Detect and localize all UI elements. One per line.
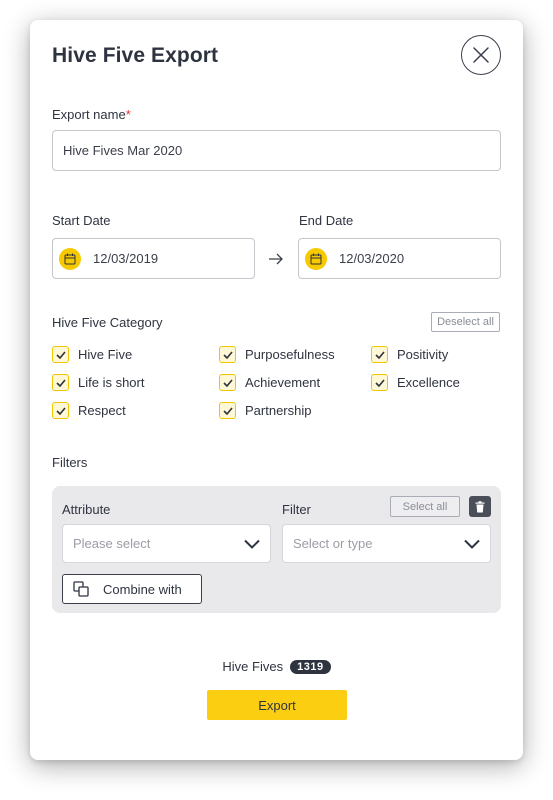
filters-label: Filters: [52, 455, 88, 470]
deselect-all-button[interactable]: Deselect all: [431, 312, 500, 332]
arrow-right-icon: [268, 251, 284, 272]
modal-title: Hive Five Export: [52, 44, 219, 67]
hive-fives-count-row: Hive Fives 1319: [30, 659, 523, 674]
start-date-input[interactable]: 12/03/2019: [52, 238, 255, 279]
attribute-placeholder: Please select: [73, 536, 151, 551]
category-label-text: Respect: [78, 403, 126, 418]
category-checkbox[interactable]: Achievement: [219, 374, 320, 391]
category-label-text: Purposefulness: [245, 347, 335, 362]
category-label-text: Hive Five: [78, 347, 133, 362]
start-date-value: 12/03/2019: [93, 251, 159, 266]
checkbox-checked-icon: [219, 374, 236, 391]
category-label: Hive Five Category: [52, 315, 163, 330]
end-date-input[interactable]: 12/03/2020: [298, 238, 501, 279]
end-date-label: End Date: [299, 213, 354, 228]
attribute-select[interactable]: Please select: [62, 524, 271, 563]
checkbox-checked-icon: [371, 346, 388, 363]
trash-icon: [475, 500, 485, 513]
category-checkbox[interactable]: Partnership: [219, 402, 311, 419]
start-date-label: Start Date: [52, 213, 111, 228]
export-modal: Hive Five Export Export name* Hive Fives…: [30, 20, 523, 760]
checkbox-checked-icon: [219, 346, 236, 363]
checkbox-checked-icon: [52, 402, 69, 419]
chevron-down-icon: [464, 537, 480, 552]
combine-icon: [73, 581, 89, 597]
export-name-label-text: Export name: [52, 107, 126, 122]
export-name-value: Hive Fives Mar 2020: [63, 143, 183, 158]
category-label-text: Life is short: [78, 375, 145, 390]
filter-panel: Attribute Filter Select all Please selec…: [52, 486, 501, 613]
delete-filter-button[interactable]: [469, 496, 491, 517]
close-button[interactable]: [461, 35, 501, 75]
attribute-label: Attribute: [62, 502, 111, 517]
count-badge: 1319: [290, 659, 331, 674]
category-checkbox[interactable]: Hive Five: [52, 346, 132, 363]
category-label-text: Excellence: [397, 375, 460, 390]
calendar-icon: [305, 247, 327, 270]
checkbox-checked-icon: [52, 346, 69, 363]
filter-placeholder: Select or type: [293, 536, 373, 551]
category-checkbox[interactable]: Life is short: [52, 374, 144, 391]
filter-select[interactable]: Select or type: [282, 524, 491, 563]
category-label-text: Positivity: [397, 347, 449, 362]
checkbox-checked-icon: [52, 374, 69, 391]
category-checkbox[interactable]: Excellence: [371, 374, 460, 391]
required-mark: *: [125, 107, 131, 122]
category-label-text: Achievement: [245, 375, 321, 390]
category-checkbox[interactable]: Purposefulness: [219, 346, 335, 363]
checkbox-checked-icon: [219, 402, 236, 419]
filter-label: Filter: [282, 502, 311, 517]
export-name-input[interactable]: Hive Fives Mar 2020: [52, 130, 501, 171]
combine-with-label: Combine with: [103, 581, 182, 597]
calendar-icon: [59, 247, 81, 270]
category-label-text: Partnership: [245, 403, 312, 418]
close-icon: [472, 46, 490, 64]
end-date-value: 12/03/2020: [339, 251, 405, 266]
chevron-down-icon: [244, 537, 260, 552]
export-button[interactable]: Export: [207, 690, 347, 720]
checkbox-checked-icon: [371, 374, 388, 391]
combine-with-button[interactable]: Combine with: [62, 574, 202, 604]
export-name-label: Export name*: [52, 107, 131, 122]
hive-fives-label: Hive Fives: [222, 659, 284, 674]
category-checkbox[interactable]: Positivity: [371, 346, 448, 363]
category-checkbox[interactable]: Respect: [52, 402, 126, 419]
select-all-button[interactable]: Select all: [390, 496, 460, 517]
